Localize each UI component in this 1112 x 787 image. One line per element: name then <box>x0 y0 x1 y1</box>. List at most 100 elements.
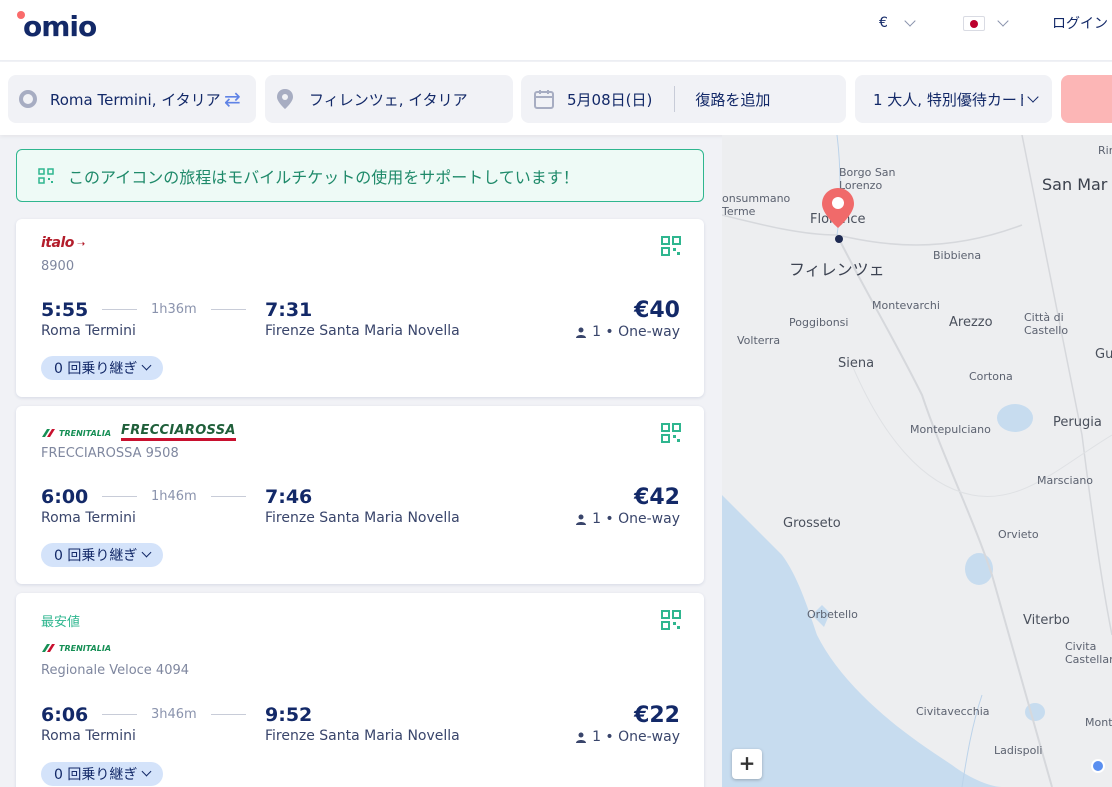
trenitalia-logo-text: TRENITALIA <box>59 428 112 438</box>
map-label-mont: Mont <box>1085 716 1112 729</box>
passenger-value: 1 大人, 特別優待カード <box>873 90 1023 109</box>
departure-date: 5月08日(日) <box>567 90 653 109</box>
duration-text: 1h46m <box>151 489 197 504</box>
italo-logo-text: italo <box>41 235 74 251</box>
qr-code-icon <box>661 236 681 256</box>
transfers-label: 0 回乗り継ぎ <box>54 361 138 377</box>
chevron-down-icon <box>141 360 152 371</box>
arrival-station: Firenze Santa Maria Novella <box>265 728 460 744</box>
map-label-cortona: Cortona <box>969 370 1013 383</box>
passenger-info: 1 • One-way <box>576 729 680 745</box>
map-label-gui: Gu <box>1095 347 1112 362</box>
chevron-down-icon <box>904 14 916 27</box>
map-label-ladispoli: Ladispoli <box>994 744 1043 757</box>
result-card[interactable]: 最安値 TRENITALIA Regionale Veloce 4094 6:0… <box>16 593 704 787</box>
arrival-station: Firenze Santa Maria Novella <box>265 510 460 526</box>
search-bar: Roma Termini, イタリア ⇄ フィレンツェ, イタリア 5月08日(… <box>0 62 1112 135</box>
map-label-montepulciano: Montepulciano <box>910 423 991 436</box>
transfers-label: 0 回乗り継ぎ <box>54 548 138 564</box>
price: €40 <box>634 298 680 323</box>
passenger-field[interactable]: 1 大人, 特別優待カード <box>855 75 1052 123</box>
map-label-marsciano: Marsciano <box>1037 474 1094 487</box>
chevron-down-icon <box>141 547 152 558</box>
search-button[interactable] <box>1061 75 1112 123</box>
arrival-time: 7:31 <box>265 299 313 321</box>
date-divider <box>674 86 676 112</box>
trenitalia-logo-text: TRENITALIA <box>59 643 112 653</box>
map-label-grosseto: Grosseto <box>783 516 841 531</box>
login-link[interactable]: ログイン <box>1052 13 1108 33</box>
qr-code-icon <box>661 610 681 630</box>
route-map[interactable]: Borgo SanLorenzo onsummanoTerme Florence… <box>722 135 1112 787</box>
trenitalia-mark-icon <box>42 429 55 437</box>
logo-text: omio <box>23 10 97 43</box>
cheapest-badge: 最安値 <box>41 615 81 630</box>
departure-station: Roma Termini <box>41 728 136 744</box>
swap-icon[interactable]: ⇄ <box>224 88 246 110</box>
result-card[interactable]: italo ➝ 8900 5:55 1h36m 7:31 Roma Termin… <box>16 219 704 397</box>
duration-text: 3h46m <box>151 707 197 722</box>
price: €42 <box>634 485 680 510</box>
trenitalia-logo: TRENITALIA <box>41 642 111 654</box>
arrival-station: Firenze Santa Maria Novella <box>265 323 460 339</box>
departure-time: 6:00 <box>41 486 89 508</box>
departure-time: 6:06 <box>41 704 89 726</box>
currency-label: € <box>879 15 888 31</box>
map-label-rim: Rin <box>1098 144 1112 157</box>
map-label-orvieto: Orvieto <box>998 528 1039 541</box>
departure-station: Roma Termini <box>41 510 136 526</box>
map-label-volterra: Volterra <box>737 334 781 347</box>
duration: 1h46m <box>88 489 260 504</box>
location-pin-icon <box>277 89 293 109</box>
calendar-icon <box>534 90 554 109</box>
duration: 3h46m <box>88 707 260 722</box>
map-label-perugia: Perugia <box>1053 415 1102 430</box>
logo-dot <box>17 11 25 19</box>
train-number: FRECCIAROSSA 9508 <box>41 446 179 461</box>
map-terrain <box>722 135 1112 787</box>
destination-field[interactable]: フィレンツェ, イタリア <box>265 75 513 123</box>
destination-marker-icon[interactable] <box>821 187 855 229</box>
transfers-toggle[interactable]: 0 回乗り継ぎ <box>41 543 164 567</box>
passenger-text: 1 • One-way <box>592 324 680 340</box>
language-selector[interactable] <box>963 13 1009 33</box>
origin-field[interactable]: Roma Termini, イタリア ⇄ <box>8 75 256 123</box>
map-label-bibbiena: Bibbiena <box>933 249 982 262</box>
map-label-civitavecchia: Civitavecchia <box>916 705 990 718</box>
passenger-info: 1 • One-way <box>576 511 680 527</box>
omio-logo[interactable]: omio <box>16 8 97 43</box>
duration-text: 1h36m <box>151 302 197 317</box>
map-label-orbetello: Orbetello <box>807 608 858 621</box>
passenger-info: 1 • One-way <box>576 324 680 340</box>
japan-flag-icon <box>963 15 985 31</box>
zoom-in-button[interactable]: + <box>732 749 762 779</box>
map-label-viterbo: Viterbo <box>1023 613 1070 628</box>
result-card[interactable]: TRENITALIA FRECCIAROSSA FRECCIAROSSA 950… <box>16 406 704 584</box>
train-number: 8900 <box>41 259 75 274</box>
origin-circle-icon <box>19 90 37 108</box>
map-label-citta: Città di Castello <box>1024 311 1069 337</box>
passenger-text: 1 • One-way <box>592 511 680 527</box>
departure-station: Roma Termini <box>41 323 136 339</box>
add-return-button[interactable]: 復路を追加 <box>695 89 770 110</box>
transfers-toggle[interactable]: 0 回乗り継ぎ <box>41 762 164 786</box>
frecciarossa-logo: FRECCIAROSSA <box>121 424 236 441</box>
currency-selector[interactable]: € <box>879 13 916 33</box>
origin-value: Roma Termini, イタリア <box>50 90 220 109</box>
map-label-destination: フィレンツェ <box>789 260 885 279</box>
passenger-text: 1 • One-way <box>592 729 680 745</box>
transfers-toggle[interactable]: 0 回乗り継ぎ <box>41 356 164 380</box>
person-icon <box>576 732 587 743</box>
duration: 1h36m <box>88 302 260 317</box>
italo-logo: italo ➝ <box>41 235 85 251</box>
mobile-ticket-banner: このアイコンの旅程はモバイルチケットの使用をサポートしています！ <box>16 149 704 202</box>
map-label-poggibonsi: Poggibonsi <box>789 316 849 329</box>
train-number: Regionale Veloce 4094 <box>41 663 190 678</box>
person-icon <box>576 327 587 338</box>
map-label-arezzo: Arezzo <box>949 315 993 330</box>
map-label-monsummano: onsummano Terme <box>722 192 791 218</box>
arrival-time: 9:52 <box>265 704 313 726</box>
transfers-label: 0 回乗り継ぎ <box>54 767 138 783</box>
date-field[interactable]: 5月08日(日) 復路を追加 <box>521 75 846 123</box>
arrival-time: 7:46 <box>265 486 313 508</box>
